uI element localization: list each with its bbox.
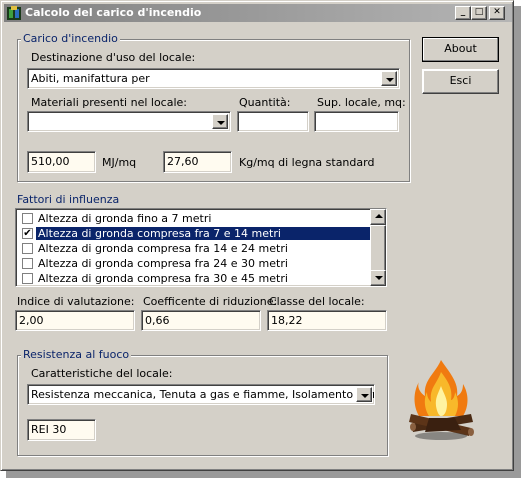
quantita-label: Quantità: <box>239 96 291 109</box>
app-icon <box>7 6 21 20</box>
chevron-down-icon <box>217 121 225 125</box>
kg-field[interactable]: 27,60 <box>163 151 232 173</box>
superficie-label: Sup. locale, mq: <box>317 96 406 109</box>
mj-field[interactable]: 510,00 <box>27 151 96 173</box>
scrollbar-thumb[interactable] <box>370 225 386 273</box>
destinazione-combobox[interactable]: Abiti, manifattura per <box>27 68 400 89</box>
fattore-label: Altezza di gronda compresa fra 24 e 30 m… <box>38 257 288 270</box>
coeff-value: 0,66 <box>145 314 170 327</box>
classe-label: Classe del locale: <box>269 295 365 308</box>
about-button-label: About <box>444 42 477 55</box>
fattori-caption: Fattori di influenza <box>17 193 120 206</box>
fattore-item[interactable]: ✔ Altezza di gronda compresa fra 7 e 14 m… <box>18 226 376 241</box>
kg-value: 27,60 <box>167 155 199 168</box>
chevron-down-icon <box>361 394 369 398</box>
fattore-item[interactable]: Altezza di gronda compresa fra 14 e 24 m… <box>18 241 370 256</box>
minimize-button[interactable]: _ <box>455 6 471 20</box>
mj-value: 510,00 <box>31 155 70 168</box>
kg-unit-label: Kg/mq di legna standard <box>239 156 375 169</box>
destinazione-label: Destinazione d'uso del locale: <box>31 51 196 64</box>
destinazione-dropdown-button[interactable] <box>381 71 397 86</box>
esci-button-label: Esci <box>449 74 472 87</box>
classe-field[interactable]: 18,22 <box>267 310 387 331</box>
caratteristiche-value: Resistenza meccanica, Tenuta a gas e fia… <box>31 388 375 401</box>
esci-button[interactable]: Esci <box>422 69 499 94</box>
main-window: Calcolo del carico d'incendio _ □ ✕ Cari… <box>0 0 514 471</box>
mj-unit-label: MJ/mq <box>102 156 137 169</box>
fattore-label: Altezza di gronda fino a 7 metri <box>38 212 212 225</box>
carico-caption: Carico d'incendio <box>21 32 120 45</box>
fattore-item[interactable]: Altezza di gronda compresa fra 30 e 45 m… <box>18 271 370 286</box>
fattore-checkbox[interactable]: ✔ <box>22 228 33 239</box>
chevron-up-icon <box>375 214 383 218</box>
fattore-label: Altezza di gronda compresa fra 7 e 14 me… <box>36 227 376 240</box>
scroll-up-button[interactable] <box>370 209 386 225</box>
maximize-button[interactable]: □ <box>471 6 487 20</box>
indice-label: Indice di valutazione: <box>17 295 135 308</box>
caratteristiche-dropdown-button[interactable] <box>356 387 372 402</box>
chevron-down-icon <box>375 276 383 280</box>
indice-value: 2,00 <box>19 314 44 327</box>
campfire-icon <box>409 360 474 440</box>
close-button[interactable]: ✕ <box>489 6 505 20</box>
materiali-dropdown-button[interactable] <box>212 114 228 129</box>
resistenza-caption: Resistenza al fuoco <box>21 348 132 361</box>
fattore-item[interactable]: Altezza di gronda fino a 7 metri <box>18 211 370 226</box>
fattore-checkbox[interactable] <box>22 273 33 284</box>
rei-value: REI 30 <box>31 423 67 436</box>
fattori-scrollbar[interactable] <box>370 209 386 286</box>
materiali-combobox[interactable] <box>27 111 231 132</box>
destinazione-value: Abiti, manifattura per <box>31 72 150 85</box>
indice-field[interactable]: 2,00 <box>15 310 135 331</box>
scroll-down-button[interactable] <box>370 270 386 286</box>
title-bar[interactable]: Calcolo del carico d'incendio _ □ ✕ <box>4 4 512 22</box>
fattore-label: Altezza di gronda compresa fra 30 e 45 m… <box>38 272 288 285</box>
fattore-checkbox[interactable] <box>22 258 33 269</box>
materiali-label: Materiali presenti nel locale: <box>31 96 188 109</box>
superficie-input[interactable] <box>314 111 399 132</box>
fattore-label: Altezza di gronda compresa fra 14 e 24 m… <box>38 242 288 255</box>
chevron-down-icon <box>386 78 394 82</box>
about-button[interactable]: About <box>422 37 499 62</box>
caratteristiche-label: Caratteristiche del locale: <box>31 367 173 380</box>
window-shadow-right <box>514 6 521 478</box>
fattore-item[interactable]: Altezza di gronda compresa fra 24 e 30 m… <box>18 256 370 271</box>
rei-field[interactable]: REI 30 <box>27 419 96 441</box>
quantita-input[interactable] <box>237 111 309 132</box>
fattori-checklist[interactable]: Altezza di gronda fino a 7 metri ✔ Altezza… <box>15 208 387 287</box>
coeff-field[interactable]: 0,66 <box>141 310 261 331</box>
caratteristiche-combobox[interactable]: Resistenza meccanica, Tenuta a gas e fia… <box>27 384 375 405</box>
fattore-checkbox[interactable] <box>22 243 33 254</box>
window-shadow-bottom <box>6 471 521 478</box>
coeff-label: Coefficente di riduzione: <box>143 295 278 308</box>
fattore-checkbox[interactable] <box>22 213 33 224</box>
window-title: Calcolo del carico d'incendio <box>25 6 202 19</box>
classe-value: 18,22 <box>271 314 303 327</box>
